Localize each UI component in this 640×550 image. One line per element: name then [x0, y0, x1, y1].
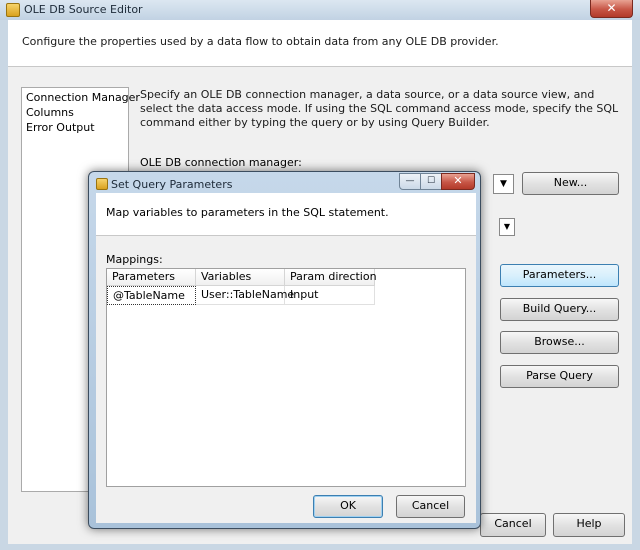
browse-button[interactable]: Browse...	[500, 331, 619, 354]
nav-item-connection-manager[interactable]: Connection Manager	[26, 91, 140, 104]
maximize-icon[interactable]: ☐	[420, 173, 442, 190]
column-header-variables[interactable]: Variables	[196, 269, 285, 286]
close-icon[interactable]: ✕	[441, 173, 475, 190]
outer-window-title: OLE DB Source Editor	[24, 3, 143, 16]
parse-query-button[interactable]: Parse Query	[500, 365, 619, 388]
connection-instructions: Specify an OLE DB connection manager, a …	[140, 88, 619, 129]
dialog-title: Set Query Parameters	[111, 178, 233, 191]
new-connection-button[interactable]: New...	[522, 172, 619, 195]
app-icon	[6, 3, 20, 17]
minimize-icon[interactable]: —	[399, 173, 421, 190]
column-header-param-direction[interactable]: Param direction	[285, 269, 377, 286]
build-query-button[interactable]: Build Query...	[500, 298, 619, 321]
dialog-app-icon	[96, 178, 108, 190]
dialog-description: Map variables to parameters in the SQL s…	[106, 206, 389, 219]
nav-item-columns[interactable]: Columns	[26, 106, 74, 119]
dialog-cancel-button[interactable]: Cancel	[396, 495, 465, 518]
nav-item-error-output[interactable]: Error Output	[26, 121, 95, 134]
parameters-button[interactable]: Parameters...	[500, 264, 619, 287]
connection-manager-label: OLE DB connection manager:	[140, 156, 302, 169]
dropdown-arrow-icon[interactable]: ▼	[493, 174, 514, 194]
cell-parameter[interactable]: @TableName	[107, 286, 196, 305]
column-header-parameters[interactable]: Parameters	[107, 269, 196, 286]
outer-cancel-button[interactable]: Cancel	[480, 513, 546, 537]
dropdown-arrow-icon[interactable]: ▼	[499, 218, 515, 236]
cell-param-direction[interactable]: Input	[285, 286, 375, 305]
mappings-label: Mappings:	[106, 253, 163, 266]
cell-variable[interactable]: User::TableName	[196, 286, 294, 305]
outer-close-icon[interactable]: ✕	[590, 0, 633, 18]
outer-description: Configure the properties used by a data …	[22, 35, 499, 48]
ok-button[interactable]: OK	[313, 495, 383, 518]
help-button[interactable]: Help	[553, 513, 625, 537]
